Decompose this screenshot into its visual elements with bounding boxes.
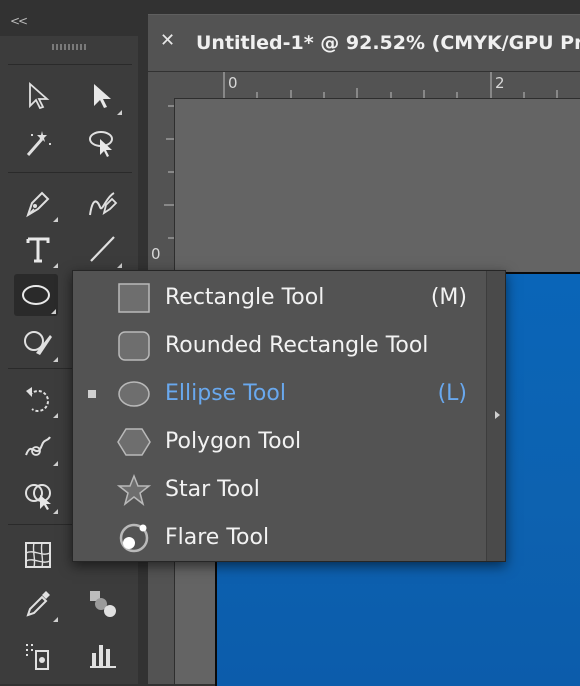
ruler-label: 0	[151, 245, 161, 263]
rectangle-icon	[118, 283, 150, 313]
panel-grip-icon[interactable]	[52, 44, 88, 50]
tearoff-strip[interactable]	[486, 271, 505, 561]
rounded-rectangle-icon	[118, 331, 150, 361]
flyout-indicator-icon	[117, 110, 122, 115]
flyout-indicator-icon	[53, 263, 58, 268]
rotate-tool-icon[interactable]	[16, 378, 60, 420]
flyout-indicator-icon	[53, 357, 58, 362]
toolbar-divider	[8, 172, 132, 173]
flyout-item-label: Ellipse Tool	[165, 381, 286, 406]
flyout-indicator-icon	[117, 263, 122, 268]
line-segment-tool-icon[interactable]	[80, 228, 124, 270]
toolbar-divider	[8, 64, 132, 65]
flyout-item-polygon-tool[interactable]: Polygon Tool	[73, 418, 483, 466]
document-title: Untitled-1* @ 92.52% (CMYK/GPU Pre	[196, 32, 580, 54]
close-document-button[interactable]: ✕	[160, 30, 175, 51]
selection-tool-icon[interactable]	[16, 75, 60, 117]
polygon-icon	[117, 428, 151, 456]
pen-tool-icon[interactable]	[16, 182, 60, 224]
ellipse-icon	[118, 381, 150, 407]
flyout-item-star-tool[interactable]: Star Tool	[73, 466, 483, 514]
flyout-item-shortcut: (L)	[437, 381, 467, 406]
horizontal-ruler[interactable]: 0 2	[148, 72, 580, 99]
warp-tool-icon[interactable]	[16, 426, 60, 468]
tools-panel-header: <<	[0, 0, 138, 36]
flyout-item-rounded-rectangle-tool[interactable]: Rounded Rectangle Tool	[73, 322, 483, 370]
flyout-item-ellipse-tool[interactable]: Ellipse Tool (L)	[73, 370, 483, 418]
flare-icon	[119, 523, 149, 553]
shape-builder-tool-icon[interactable]	[16, 474, 60, 516]
flyout-indicator-icon	[53, 509, 58, 514]
mesh-tool-icon[interactable]	[16, 534, 60, 576]
star-icon	[117, 474, 151, 506]
magic-wand-tool-icon[interactable]	[16, 122, 60, 164]
flyout-item-label: Polygon Tool	[165, 429, 302, 454]
flyout-item-shortcut: (M)	[430, 285, 467, 310]
paintbrush-tool-icon[interactable]	[16, 322, 60, 364]
flyout-item-label: Rectangle Tool	[165, 285, 325, 310]
document-tab[interactable]: ✕ Untitled-1* @ 92.52% (CMYK/GPU Pre	[148, 14, 580, 71]
direct-selection-tool-icon[interactable]	[80, 75, 124, 117]
flyout-indicator-icon	[53, 413, 58, 418]
ellipse-tool-icon[interactable]	[14, 274, 58, 316]
blend-tool-icon[interactable]	[80, 582, 124, 624]
flyout-item-rectangle-tool[interactable]: Rectangle Tool (M)	[73, 274, 483, 322]
flyout-indicator-icon	[51, 309, 56, 314]
shape-tools-flyout: Rectangle Tool (M) Rounded Rectangle Too…	[72, 270, 506, 562]
column-graph-tool-icon[interactable]	[80, 634, 124, 676]
symbol-sprayer-tool-icon[interactable]	[16, 634, 60, 676]
lasso-tool-icon[interactable]	[80, 122, 124, 164]
tearoff-arrow-icon	[495, 411, 500, 419]
ruler-label: 0	[228, 74, 238, 92]
flyout-item-flare-tool[interactable]: Flare Tool	[73, 514, 483, 562]
type-tool-icon[interactable]	[16, 228, 60, 270]
flyout-item-label: Rounded Rectangle Tool	[165, 333, 429, 358]
flyout-item-label: Flare Tool	[165, 525, 270, 550]
flyout-indicator-icon	[53, 217, 58, 222]
curvature-tool-icon[interactable]	[80, 182, 124, 224]
flyout-indicator-icon	[53, 617, 58, 622]
collapse-panel-icon[interactable]: <<	[10, 14, 28, 28]
ruler-label: 2	[495, 74, 505, 92]
flyout-indicator-icon	[53, 461, 58, 466]
eyedropper-tool-icon[interactable]	[16, 582, 60, 624]
active-tool-indicator	[88, 390, 96, 398]
flyout-item-label: Star Tool	[165, 477, 260, 502]
